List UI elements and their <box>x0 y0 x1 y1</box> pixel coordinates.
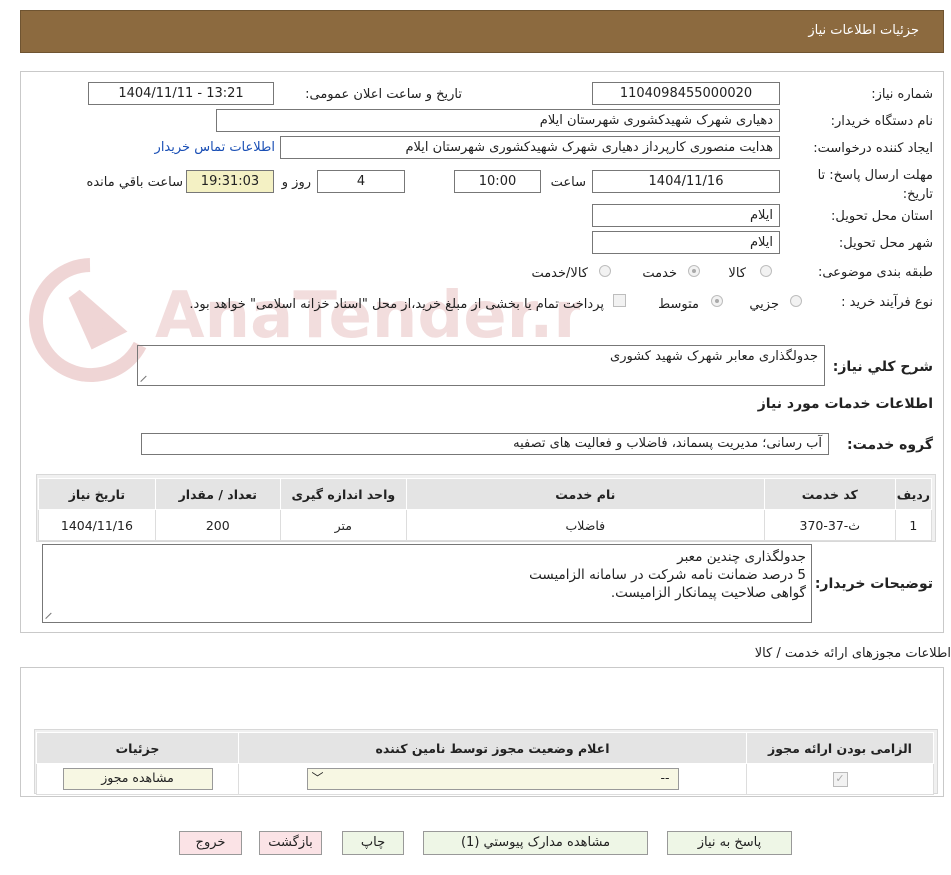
cell-service-name: فاضلاب <box>405 509 765 541</box>
col-row: ردیف <box>894 478 933 510</box>
cell-permit-details: مشاهده مجوز <box>36 763 239 795</box>
description-textarea[interactable]: جدولگذاری معابر شهرک شهید کشوری <box>137 345 825 386</box>
announce-field[interactable]: 1404/11/11 - 13:21 <box>88 82 274 105</box>
attachments-button[interactable]: مشاهده مدارک پیوستي (1) <box>423 831 648 855</box>
cell-service-code: ث-37-370 <box>763 509 896 541</box>
permits-table: الزامی بودن ارائه مجوز اعلام وضعیت مجوز … <box>36 732 934 795</box>
process-label: نوع فرآیند خرید : <box>841 295 933 310</box>
deadline-time-field[interactable]: 10:00 <box>454 170 541 193</box>
requester-field[interactable]: هدایت منصوری کارپرداز دهیاری شهرک شهیدکش… <box>280 136 780 159</box>
reply-button[interactable]: پاسخ به نیاز <box>667 831 792 855</box>
print-button[interactable]: چاپ <box>342 831 404 855</box>
process-radio-medium[interactable] <box>711 295 723 307</box>
buyer-notes-label: توضیحات خریدار: <box>814 576 933 592</box>
exit-button[interactable]: خروج <box>179 831 242 855</box>
permit-status-value: -- <box>660 770 670 785</box>
resize-handle-icon[interactable] <box>141 374 149 382</box>
services-header-row: ردیف کد خدمت نام خدمت واحد اندازه گیری ت… <box>38 478 933 510</box>
cell-permit-status: ﹀ -- <box>238 763 747 795</box>
service-group-field[interactable]: آب رسانی؛ مدیریت پسماند، فاضلاب و فعالیت… <box>141 433 829 455</box>
cell-row: 1 <box>894 509 933 541</box>
page-header: جزئیات اطلاعات نیاز <box>20 10 944 53</box>
col-service-code: کد خدمت <box>763 478 896 510</box>
process-option-medium: متوسط <box>658 297 699 312</box>
table-row: ✓ ﹀ -- مشاهده مجوز <box>36 763 934 795</box>
treasury-note: پرداخت تمام یا بخشی از مبلغ خرید،از محل … <box>189 297 604 312</box>
cell-unit: متر <box>279 509 407 541</box>
treasury-checkbox[interactable] <box>613 294 626 307</box>
page-title: جزئیات اطلاعات نیاز <box>808 23 919 38</box>
city-field[interactable]: ایلام <box>592 231 780 254</box>
remaining-label: ساعت باقي مانده <box>86 175 183 190</box>
remaining-time-field: 19:31:03 <box>186 170 274 193</box>
col-permit-required: الزامی بودن ارائه مجوز <box>746 732 934 764</box>
buyer-org-label: نام دستگاه خریدار: <box>830 114 933 129</box>
col-permit-details: جزئیات <box>36 732 239 764</box>
category-label: طبقه بندی موضوعی: <box>817 265 933 280</box>
permit-required-checkbox[interactable]: ✓ <box>832 772 848 787</box>
category-option-goods-service: کالا/خدمت <box>531 266 588 281</box>
category-option-service: خدمت <box>642 266 677 281</box>
process-option-minor: جزیي <box>749 297 779 312</box>
buyer-note-line: گواهی صلاحیت پیمانکار الزامیست. <box>610 585 806 601</box>
category-option-goods: کالا <box>728 266 746 281</box>
table-row[interactable]: 1 ث-37-370 فاضلاب متر 200 1404/11/16 <box>38 509 933 541</box>
category-radio-goods-service[interactable] <box>599 265 611 277</box>
need-number-field[interactable]: 1104098455000020 <box>592 82 780 105</box>
deadline-date-field[interactable]: 1404/11/16 <box>592 170 780 193</box>
buyer-notes-textarea[interactable]: جدولگذاری چندین معبر 5 درصد ضمانت نامه ش… <box>42 544 812 623</box>
chevron-down-icon: ﹀ <box>311 771 324 785</box>
need-number-label: شماره نیاز: <box>871 87 933 102</box>
remaining-days-field[interactable]: 4 <box>317 170 405 193</box>
buyer-note-line: جدولگذاری چندین معبر <box>677 549 806 565</box>
view-permit-button[interactable]: مشاهده مجوز <box>62 768 213 790</box>
deadline-time-label: ساعت <box>550 175 586 190</box>
col-unit: واحد اندازه گیری <box>279 478 407 510</box>
process-radio-minor[interactable] <box>790 295 802 307</box>
permit-status-select[interactable]: ﹀ -- <box>306 768 679 790</box>
province-field[interactable]: ایلام <box>592 204 780 227</box>
col-service-name: نام خدمت <box>405 478 765 510</box>
col-need-date: تاریخ نیاز <box>38 478 156 510</box>
buyer-contact-link[interactable]: اطلاعات تماس خریدار <box>155 140 275 155</box>
permits-section-title: اطلاعات مجوزهای ارائه خدمت / کالا <box>754 646 951 661</box>
buyer-note-line: 5 درصد ضمانت نامه شرکت در سامانه الزامیس… <box>529 567 806 583</box>
buyer-org-field[interactable]: دهیاری شهرک شهیدکشوری شهرستان ایلام <box>216 109 780 132</box>
cell-quantity: 200 <box>154 509 281 541</box>
description-text: جدولگذاری معابر شهرک شهید کشوری <box>610 349 818 364</box>
province-label: استان محل تحویل: <box>831 209 933 224</box>
back-button[interactable]: بازگشت <box>259 831 322 855</box>
description-label: شرح کلي نیاز: <box>832 359 933 375</box>
days-label: روز و <box>281 175 311 190</box>
col-quantity: تعداد / مقدار <box>154 478 281 510</box>
resize-handle-icon[interactable] <box>46 611 54 619</box>
deadline-label: مهلت ارسال پاسخ: تا تاریخ: <box>817 168 933 202</box>
service-group-label: گروه خدمت: <box>847 437 933 453</box>
category-radio-service[interactable] <box>688 265 700 277</box>
col-permit-status: اعلام وضعیت مجوز توسط نامین کننده <box>238 732 747 764</box>
city-label: شهر محل تحویل: <box>838 236 933 251</box>
cell-permit-required: ✓ <box>746 763 934 795</box>
services-section-title: اطلاعات خدمات مورد نیاز <box>757 396 933 412</box>
permits-header-row: الزامی بودن ارائه مجوز اعلام وضعیت مجوز … <box>36 732 934 764</box>
announce-label: تاریخ و ساعت اعلان عمومی: <box>305 87 462 102</box>
cell-need-date: 1404/11/16 <box>38 509 156 541</box>
requester-label: ایجاد کننده درخواست: <box>813 141 933 156</box>
services-table: ردیف کد خدمت نام خدمت واحد اندازه گیری ت… <box>38 478 933 541</box>
category-radio-goods[interactable] <box>760 265 772 277</box>
